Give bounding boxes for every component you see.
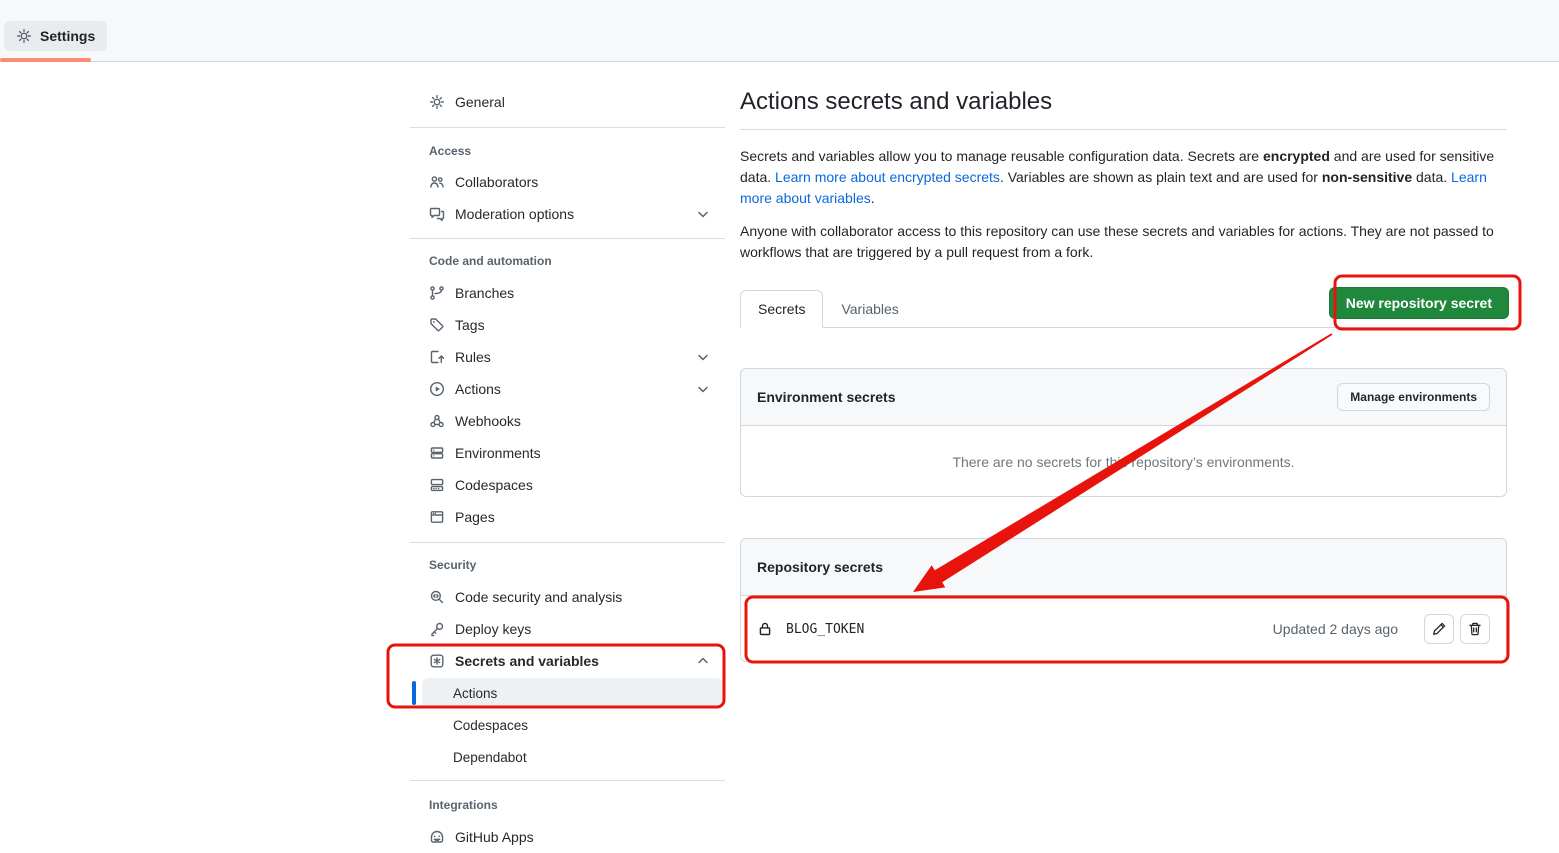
sidebar-item-label: General bbox=[455, 94, 505, 110]
sidebar-subitem-actions[interactable]: Actions bbox=[422, 678, 723, 708]
repository-secrets-title: Repository secrets bbox=[757, 559, 883, 575]
secret-name: BLOG_TOKEN bbox=[786, 622, 864, 637]
sidebar-subitem-codespaces[interactable]: Codespaces bbox=[422, 710, 723, 740]
tab-settings[interactable]: Settings bbox=[4, 21, 107, 51]
people-icon bbox=[429, 174, 445, 190]
tab-variables-label: Variables bbox=[841, 301, 898, 317]
sidebar-item-label: Tags bbox=[455, 317, 485, 333]
sidebar-item-label: Branches bbox=[455, 285, 514, 301]
lock-icon bbox=[757, 621, 773, 637]
sidebar-item-secrets-and-variables[interactable]: Secrets and variables bbox=[410, 645, 725, 677]
sidebar-item-github-apps[interactable]: GitHub Apps bbox=[410, 821, 725, 853]
manage-environments-button[interactable]: Manage environments bbox=[1337, 383, 1490, 411]
environment-secrets-header: Environment secrets Manage environments bbox=[741, 369, 1506, 426]
sidebar-item-label: Rules bbox=[455, 349, 491, 365]
gear-icon bbox=[16, 28, 32, 44]
page-title: Actions secrets and variables bbox=[740, 88, 1052, 116]
environment-secrets-title: Environment secrets bbox=[757, 389, 896, 405]
edit-secret-button[interactable] bbox=[1424, 614, 1454, 644]
sidebar-divider bbox=[410, 127, 725, 128]
tab-secrets[interactable]: Secrets bbox=[740, 290, 823, 328]
sidebar-item-general[interactable]: General bbox=[410, 86, 725, 118]
codescan-icon bbox=[429, 589, 445, 605]
sidebar-item-label: Actions bbox=[455, 381, 501, 397]
repository-secrets-header: Repository secrets bbox=[741, 539, 1506, 596]
sidebar-section-code-and-automation: Code and automation bbox=[410, 249, 725, 273]
sidebar-item-branches[interactable]: Branches bbox=[410, 277, 725, 309]
tag-icon bbox=[429, 317, 445, 333]
tab-secrets-label: Secrets bbox=[758, 301, 805, 317]
rules-icon bbox=[429, 349, 445, 365]
sidebar-subitem-dependabot[interactable]: Dependabot bbox=[422, 742, 723, 772]
repo-tab-bar: Settings bbox=[0, 0, 1559, 62]
sidebar-item-label: Code security and analysis bbox=[455, 589, 622, 605]
inline-link[interactable]: Learn more about encrypted secrets bbox=[775, 169, 1000, 185]
sidebar-item-label: Environments bbox=[455, 445, 541, 461]
sidebar-item-webhooks[interactable]: Webhooks bbox=[410, 405, 725, 437]
secret-updated-timestamp: Updated 2 days ago bbox=[1273, 621, 1398, 637]
sidebar-divider bbox=[410, 780, 725, 781]
sidebar-section-access: Access bbox=[410, 139, 725, 163]
webhook-icon bbox=[429, 413, 445, 429]
sidebar-subitem-label: Codespaces bbox=[453, 718, 528, 733]
asterisk-box-icon bbox=[429, 653, 445, 669]
sidebar-item-code-security[interactable]: Code security and analysis bbox=[410, 581, 725, 613]
sidebar-item-deploy-keys[interactable]: Deploy keys bbox=[410, 613, 725, 645]
settings-tab-label: Settings bbox=[40, 28, 95, 44]
sidebar-item-pages[interactable]: Pages bbox=[410, 501, 725, 533]
sidebar-item-label: Collaborators bbox=[455, 174, 538, 190]
active-item-indicator bbox=[412, 681, 416, 705]
server-icon bbox=[429, 445, 445, 461]
sidebar-item-label: Webhooks bbox=[455, 413, 521, 429]
chevron-up-icon bbox=[695, 653, 711, 669]
sidebar-item-label: Moderation options bbox=[455, 206, 574, 222]
collaborator-note: Anyone with collaborator access to this … bbox=[740, 221, 1507, 263]
comment-discussion-icon bbox=[429, 206, 445, 222]
sidebar-section-integrations: Integrations bbox=[410, 793, 725, 817]
key-icon bbox=[429, 621, 445, 637]
sidebar-item-rules[interactable]: Rules bbox=[410, 341, 725, 373]
sidebar-item-label: Deploy keys bbox=[455, 621, 531, 637]
sidebar-item-label: Secrets and variables bbox=[455, 653, 599, 669]
chevron-down-icon bbox=[695, 206, 711, 222]
new-repository-secret-button[interactable]: New repository secret bbox=[1329, 287, 1509, 319]
secret-row: BLOG_TOKEN Updated 2 days ago bbox=[741, 596, 1506, 662]
sidebar-item-label: Pages bbox=[455, 509, 495, 525]
sidebar-item-environments[interactable]: Environments bbox=[410, 437, 725, 469]
sidebar-section-security: Security bbox=[410, 553, 725, 577]
sidebar-item-label: Codespaces bbox=[455, 477, 533, 493]
sidebar-item-moderation-options[interactable]: Moderation options bbox=[410, 198, 725, 230]
sidebar-item-codespaces[interactable]: Codespaces bbox=[410, 469, 725, 501]
gear-icon bbox=[429, 94, 445, 110]
intro-text: Secrets and variables allow you to manag… bbox=[740, 146, 1507, 209]
chevron-down-icon bbox=[695, 381, 711, 397]
environment-secrets-panel: Environment secrets Manage environments … bbox=[740, 368, 1507, 497]
settings-sidebar: General Access Collaborators Moderation … bbox=[410, 0, 725, 843]
active-tab-underline bbox=[0, 58, 91, 62]
sidebar-subitem-label: Actions bbox=[453, 686, 497, 701]
repository-secrets-panel: Repository secrets BLOG_TOKEN Updated 2 … bbox=[740, 538, 1507, 662]
sidebar-divider bbox=[410, 238, 725, 239]
sidebar-item-actions[interactable]: Actions bbox=[410, 373, 725, 405]
sidebar-subitem-label: Dependabot bbox=[453, 750, 527, 765]
sidebar-divider bbox=[410, 542, 725, 543]
git-branch-icon bbox=[429, 285, 445, 301]
title-divider bbox=[740, 129, 1507, 130]
trash-icon bbox=[1467, 621, 1483, 637]
play-icon bbox=[429, 381, 445, 397]
chevron-down-icon bbox=[695, 349, 711, 365]
codespaces-icon bbox=[429, 477, 445, 493]
delete-secret-button[interactable] bbox=[1460, 614, 1490, 644]
tab-variables[interactable]: Variables bbox=[825, 290, 914, 327]
sidebar-item-collaborators[interactable]: Collaborators bbox=[410, 166, 725, 198]
pencil-icon bbox=[1431, 621, 1447, 637]
secret-row-actions bbox=[1424, 614, 1490, 644]
sidebar-item-tags[interactable]: Tags bbox=[410, 309, 725, 341]
browser-icon bbox=[429, 509, 445, 525]
environment-secrets-empty-message: There are no secrets for this repository… bbox=[741, 426, 1506, 497]
